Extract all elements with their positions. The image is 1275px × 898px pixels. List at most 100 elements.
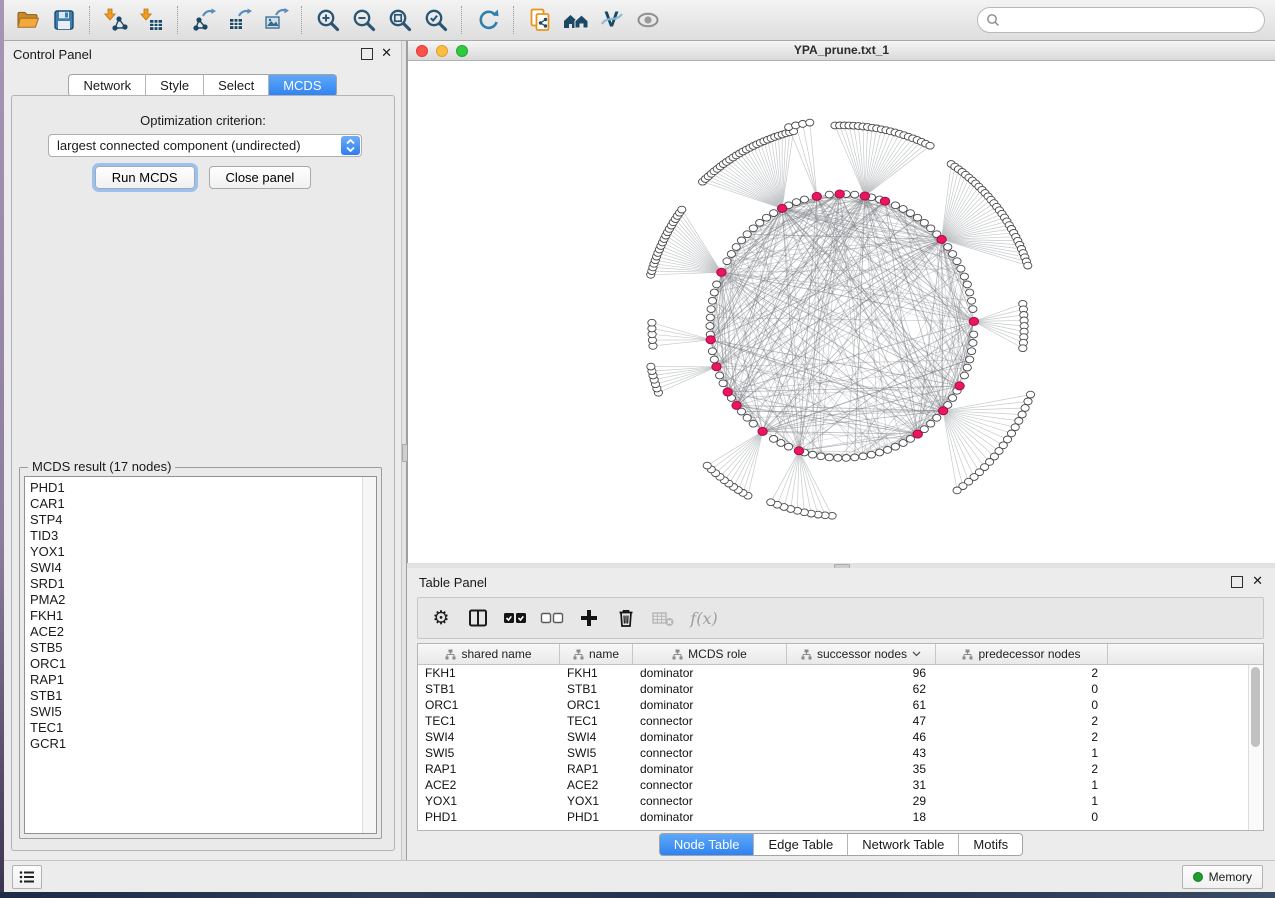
close-panel-button[interactable]: Close panel [209,166,312,189]
mcds-result-item[interactable]: STP4 [25,512,362,528]
select-all-columns-icon[interactable] [500,603,530,633]
run-mcds-button[interactable]: Run MCDS [95,166,195,189]
cell-mcds_role: connector [633,778,787,792]
network-title: YPA_prune.txt_1 [408,43,1275,57]
mcds-result-item[interactable]: FKH1 [25,608,362,624]
mcds-result-item[interactable]: STB5 [25,640,362,656]
import-table-icon[interactable] [134,3,170,37]
close-panel-icon[interactable]: ✕ [381,46,392,60]
table-row[interactable]: FKH1FKH1dominator962 [418,665,1249,681]
export-table-icon[interactable] [222,3,258,37]
mcds-result-list[interactable]: PHD1CAR1STP4TID3YOX1SWI4SRD1PMA2FKH1ACE2… [24,476,377,834]
table-row[interactable]: TEC1TEC1connector472 [418,713,1249,729]
zoom-fit-icon[interactable] [382,3,418,37]
optimization-criterion-select[interactable]: largest connected component (undirected) [48,134,362,157]
table-row[interactable]: SWI5SWI5connector431 [418,745,1249,761]
toolbar-separator [461,6,463,34]
table-scrollbar[interactable] [1248,665,1263,830]
close-panel-icon[interactable]: ✕ [1252,574,1263,588]
cell-predecessor: 2 [936,666,1108,680]
column-header-MCDS-role[interactable]: MCDS role [633,644,787,664]
mcds-result-item[interactable]: CAR1 [25,496,362,512]
clone-network-icon[interactable] [522,3,558,37]
show-columns-icon[interactable] [463,603,493,633]
mcds-list-scrollbar[interactable] [362,477,376,833]
mcds-result-item[interactable]: TID3 [25,528,362,544]
refresh-layout-icon[interactable] [470,3,506,37]
search-box[interactable] [977,7,1265,33]
tab-edge-table[interactable]: Edge Table [754,833,848,856]
cell-mcds_role: connector [633,794,787,808]
control-panel-header: Control Panel ✕ [4,41,401,67]
table-row[interactable]: PHD1PHD1dominator180 [418,809,1249,825]
table-row[interactable]: STB1STB1dominator620 [418,681,1249,697]
style-vizmapper-icon[interactable] [594,3,630,37]
table-scrollbar-thumb[interactable] [1251,667,1260,747]
table-row[interactable]: ACE2ACE2connector311 [418,777,1249,793]
zoom-selected-icon[interactable] [418,3,454,37]
cell-shared_name: SWI4 [418,730,560,744]
mcds-result-item[interactable]: SWI5 [25,704,362,720]
main-area: Control Panel ✕ NetworkStyleSelectMCDS O… [4,41,1275,861]
mcds-result-item[interactable]: ACE2 [25,624,362,640]
task-history-button[interactable] [12,865,42,889]
table-row[interactable]: RAP1RAP1dominator352 [418,761,1249,777]
mcds-result-item[interactable]: SRD1 [25,576,362,592]
mcds-result-item[interactable]: SWI4 [25,560,362,576]
search-input[interactable] [1000,12,1256,28]
open-session-icon[interactable] [10,3,46,37]
column-header-shared-name[interactable]: shared name [418,644,560,664]
mcds-result-item[interactable]: TEC1 [25,720,362,736]
mcds-result-item[interactable]: PHD1 [25,480,362,496]
memory-status-icon [1193,872,1203,882]
tab-mcds[interactable]: MCDS [269,74,336,97]
column-header-predecessor-nodes[interactable]: predecessor nodes [936,644,1108,664]
mcds-result-item[interactable]: STB1 [25,688,362,704]
network-titlebar[interactable]: YPA_prune.txt_1 [408,41,1275,61]
float-panel-icon[interactable] [361,48,373,60]
cell-name: RAP1 [560,762,633,776]
home-icon[interactable] [558,3,594,37]
mcds-result-item[interactable]: RAP1 [25,672,362,688]
settings-gear-icon[interactable]: ⚙ [426,603,456,633]
column-header-successor-nodes[interactable]: successor nodes [787,644,936,664]
tab-style[interactable]: Style [146,74,204,97]
memory-button[interactable]: Memory [1182,865,1263,889]
toolbar-separator [177,6,179,34]
network-canvas[interactable] [408,61,1275,563]
cell-predecessor: 0 [936,682,1108,696]
zoom-out-icon[interactable] [346,3,382,37]
table-header-row: shared namenameMCDS rolesuccessor nodesp… [418,644,1263,665]
mcds-result-title: MCDS result (17 nodes) [28,459,175,474]
export-image-icon[interactable] [258,3,294,37]
float-panel-icon[interactable] [1231,576,1243,588]
delete-column-icon[interactable] [611,603,641,633]
mcds-result-item[interactable]: YOX1 [25,544,362,560]
table-row[interactable]: ORC1ORC1dominator610 [418,697,1249,713]
node-table[interactable]: shared namenameMCDS rolesuccessor nodesp… [417,643,1264,831]
mcds-result-item[interactable]: GCR1 [25,736,362,752]
tab-network[interactable]: Network [68,74,146,97]
tab-network-table[interactable]: Network Table [848,833,959,856]
cell-predecessor: 1 [936,746,1108,760]
mcds-result-item[interactable]: PMA2 [25,592,362,608]
toolbar-separator [89,6,91,34]
zoom-in-icon[interactable] [310,3,346,37]
delete-table-icon [648,603,678,633]
mcds-result-item[interactable]: ORC1 [25,656,362,672]
add-column-icon[interactable] [574,603,604,633]
export-network-icon[interactable] [186,3,222,37]
import-network-icon[interactable] [98,3,134,37]
table-row[interactable]: YOX1YOX1connector291 [418,793,1249,809]
save-session-icon[interactable] [46,3,82,37]
show-hide-graphics-icon[interactable] [630,3,666,37]
tab-motifs[interactable]: Motifs [959,833,1023,856]
tab-select[interactable]: Select [204,74,269,97]
network-view-frame: YPA_prune.txt_1 [407,41,1275,563]
cell-successor: 46 [787,730,936,744]
column-header-name[interactable]: name [560,644,633,664]
deselect-all-columns-icon[interactable] [537,603,567,633]
table-row[interactable]: SWI4SWI4dominator462 [418,729,1249,745]
cell-shared_name: SWI5 [418,746,560,760]
tab-node-table[interactable]: Node Table [659,833,755,856]
